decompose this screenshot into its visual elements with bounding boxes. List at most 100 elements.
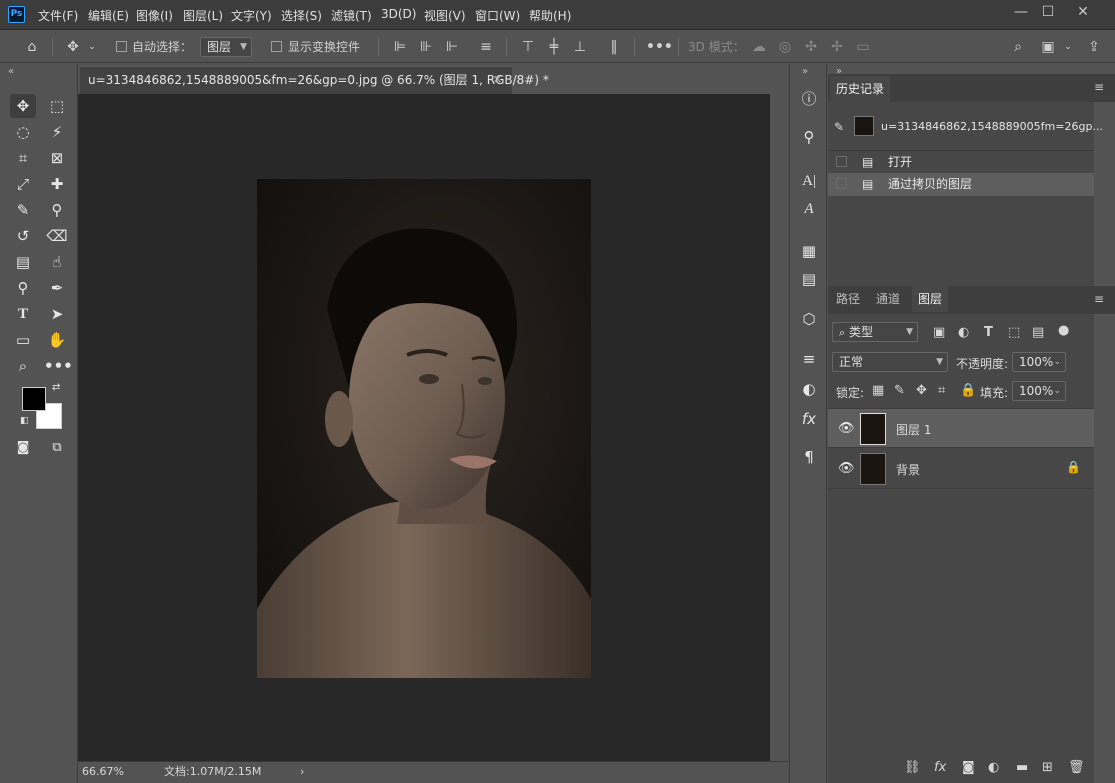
eyedropper-icon[interactable]: ⤢ [10, 172, 36, 196]
layer-name[interactable]: 图层 1 [896, 421, 931, 438]
dodge-tool-icon[interactable]: ⚲ [10, 276, 36, 300]
filter-type-icon[interactable]: T [984, 325, 993, 340]
align-center-icon[interactable]: ⊪ [418, 31, 434, 63]
filter-smart-object-icon[interactable]: ▤ [1032, 325, 1044, 340]
clone-stamp-icon[interactable]: ⚲ [44, 198, 70, 222]
character-icon[interactable]: A| [798, 170, 820, 192]
magic-wand-icon[interactable]: ⚡ [44, 120, 70, 144]
link-layers-icon[interactable]: ⛓ [904, 760, 921, 775]
layer-name[interactable]: 背景 [896, 461, 920, 478]
auto-select-checkbox[interactable] [116, 41, 127, 52]
document-image[interactable] [257, 179, 591, 678]
panel-menu-icon[interactable]: ≡ [1094, 80, 1104, 94]
menu-image[interactable]: 图像(I) [136, 7, 173, 24]
notes-icon[interactable]: ▤ [798, 268, 820, 290]
frame-tool-icon[interactable]: ⊠ [44, 146, 70, 170]
layer-row-selected[interactable]: 👁 图层 1 [828, 408, 1094, 448]
fill-field[interactable]: 100% ⌄ [1012, 381, 1066, 401]
adjustment-layer-icon[interactable]: ◐ [988, 760, 999, 775]
menu-select[interactable]: 选择(S) [281, 7, 322, 24]
glyphs-icon[interactable]: A [798, 198, 820, 220]
brush-tool-icon[interactable]: ✎ [10, 198, 36, 222]
type-tool-icon[interactable]: T [10, 302, 36, 326]
status-menu-arrow[interactable]: › [300, 762, 304, 782]
chevron-down-icon[interactable]: ⌄ [1062, 31, 1074, 63]
clone-source-icon[interactable]: ⚲ [798, 126, 820, 148]
home-icon[interactable]: ⌂ [20, 31, 44, 63]
delete-layer-icon[interactable]: 🗑 [1068, 760, 1085, 775]
layer-filter-dropdown[interactable]: ⌕ 类型 ▼ [832, 322, 918, 342]
menu-layer[interactable]: 图层(L) [183, 7, 223, 24]
layer-style-fx-icon[interactable]: fx [934, 760, 946, 775]
close-tab-icon[interactable]: ✕ [493, 67, 502, 93]
zoom-tool-icon[interactable]: ⌕ [10, 354, 36, 378]
eye-visibility-icon[interactable]: 👁 [838, 461, 855, 476]
lasso-tool-icon[interactable]: ◌ [10, 120, 36, 144]
show-transform-checkbox[interactable] [271, 41, 282, 52]
zoom-level[interactable]: 66.67% [82, 762, 124, 782]
eraser-icon[interactable]: ⌫ [44, 224, 70, 248]
3d-cube-icon[interactable]: ⬡ [798, 308, 820, 330]
lock-all-icon[interactable]: 🔒 [960, 383, 976, 398]
menu-filter[interactable]: 滤镜(T) [331, 7, 372, 24]
more-tools-icon[interactable]: ••• [44, 354, 73, 378]
lock-position-icon[interactable]: ✥ [916, 383, 927, 398]
menu-view[interactable]: 视图(V) [424, 7, 466, 24]
opacity-field[interactable]: 100% ⌄ [1012, 352, 1066, 372]
tab-paths[interactable]: 路径 [830, 286, 866, 312]
history-item[interactable]: ▤ 打开 [828, 150, 1094, 173]
healing-brush-icon[interactable]: ✚ [44, 172, 70, 196]
history-brush-source-icon[interactable]: ✎ [834, 120, 844, 134]
blend-mode-dropdown[interactable]: 正常 ▼ [832, 352, 948, 372]
paragraph-icon[interactable]: ¶ [798, 446, 820, 468]
crop-tool-icon[interactable]: ⌗ [10, 146, 36, 170]
styles-icon[interactable]: ◐ [798, 378, 820, 400]
lock-transparent-icon[interactable]: ▦ [872, 383, 884, 398]
swap-colors-icon[interactable]: ⇄ [52, 382, 60, 393]
move-tool-icon[interactable]: ✥ [10, 94, 36, 118]
layer-row[interactable]: 👁 背景 🔒 [828, 449, 1094, 489]
filter-toggle-icon[interactable]: ● [1058, 323, 1069, 338]
tab-history[interactable]: 历史记录 [830, 76, 891, 102]
more-icon[interactable]: ••• [646, 31, 673, 63]
maximize-button[interactable]: ☐ [1035, 2, 1061, 22]
adjustments-icon[interactable]: ≡ [798, 348, 820, 370]
vertical-scrollbar[interactable] [770, 94, 788, 761]
history-brush-icon[interactable]: ↺ [10, 224, 36, 248]
align-right-icon[interactable]: ⊩ [444, 31, 460, 63]
chevron-down-icon[interactable]: ⌄ [86, 31, 98, 63]
distribute-icon[interactable]: ≡ [478, 31, 494, 63]
history-item-active[interactable]: ▤ 通过拷贝的图层 [828, 173, 1094, 196]
filter-adjustment-icon[interactable]: ◐ [958, 325, 969, 340]
eye-visibility-icon[interactable]: 👁 [838, 421, 855, 436]
menu-3d[interactable]: 3D(D) [381, 7, 416, 21]
hand-tool-icon[interactable]: ✋ [44, 328, 70, 352]
align-top-icon[interactable]: ⊤ [520, 31, 536, 63]
align-bottom-icon[interactable]: ⊥ [572, 31, 588, 63]
lock-image-icon[interactable]: ✎ [894, 383, 905, 398]
menu-file[interactable]: 文件(F) [38, 7, 78, 24]
search-icon[interactable]: ⌕ [1008, 31, 1028, 63]
distribute-vertical-icon[interactable]: ‖ [606, 31, 622, 63]
align-middle-icon[interactable]: ╪ [546, 31, 562, 63]
share-icon[interactable]: ⇪ [1084, 31, 1104, 63]
marquee-tool-icon[interactable]: ⬚ [44, 94, 70, 118]
fx-icon[interactable]: fx [798, 408, 820, 430]
collapse-right-icon[interactable]: » [802, 66, 808, 77]
move-tool-icon[interactable]: ✥ [62, 31, 84, 63]
add-mask-icon[interactable]: ◙ [962, 760, 975, 775]
screen-mode-icon[interactable]: ⧉ [44, 436, 70, 460]
tab-layers[interactable]: 图层 [912, 286, 949, 312]
tab-channels[interactable]: 通道 [870, 286, 906, 312]
rectangle-tool-icon[interactable]: ▭ [10, 328, 36, 352]
panel-menu-icon[interactable]: ≡ [1094, 292, 1104, 306]
smudge-tool-icon[interactable]: ☝ [44, 250, 70, 274]
quick-mask-icon[interactable]: ◙ [10, 436, 36, 460]
snapshot-name[interactable]: u=3134846862,1548889005fm=26gp... [881, 120, 1103, 133]
filter-pixel-icon[interactable]: ▣ [933, 325, 945, 340]
new-group-icon[interactable]: ▬ [1016, 760, 1028, 775]
auto-select-dropdown[interactable]: 图层 ▼ [200, 37, 252, 57]
history-checkbox[interactable] [836, 156, 847, 167]
gradient-tool-icon[interactable]: ▤ [10, 250, 36, 274]
menu-window[interactable]: 窗口(W) [475, 7, 520, 24]
